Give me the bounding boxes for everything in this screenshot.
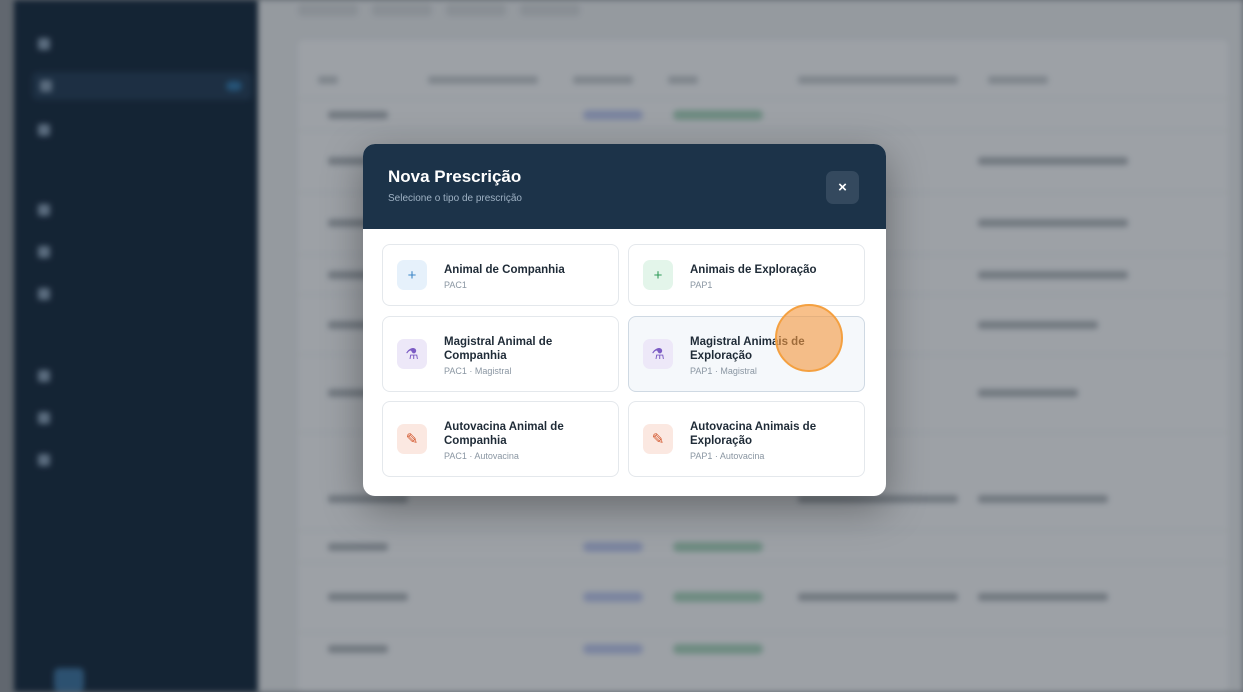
syringe-icon: ✎ [643, 424, 673, 454]
option-autovacina-companhia[interactable]: ✎ Autovacina Animal de Companhia PAC1 · … [382, 401, 619, 477]
dialog-header: Nova Prescrição Selecione o tipo de pres… [363, 144, 886, 229]
plus-icon: + [643, 260, 673, 290]
flask-icon: ⚗ [643, 339, 673, 369]
plus-icon: + [397, 260, 427, 290]
dialog-title: Nova Prescrição [388, 167, 522, 186]
option-title: Animais de Exploração [690, 263, 817, 276]
syringe-icon: ✎ [397, 424, 427, 454]
close-button[interactable]: × [826, 171, 859, 204]
option-title: Magistral Animais de Exploração [690, 335, 805, 362]
option-code: PAP1 [690, 279, 713, 290]
option-magistral-exploracao[interactable]: ⚗ Magistral Animais de Exploração PAP1 ·… [628, 316, 865, 392]
option-code: PAP1 · Magistral [690, 365, 757, 376]
option-magistral-companhia[interactable]: ⚗ Magistral Animal de Companhia PAC1 · M… [382, 316, 619, 392]
close-icon: × [838, 179, 847, 196]
option-title: Autovacina Animal de Companhia [444, 420, 564, 447]
option-autovacina-exploracao[interactable]: ✎ Autovacina Animais de Exploração PAP1 … [628, 401, 865, 477]
option-animais-exploracao[interactable]: + Animais de Exploração PAP1 [628, 244, 865, 306]
option-title: Magistral Animal de Companhia [444, 335, 553, 362]
option-code: PAC1 · Autovacina [444, 450, 519, 461]
option-title: Animal de Companhia [444, 263, 565, 276]
option-code: PAC1 · Magistral [444, 365, 512, 376]
dialog-subtitle: Selecione o tipo de prescrição [388, 193, 522, 204]
option-title: Autovacina Animais de Exploração [690, 420, 817, 447]
option-code: PAC1 [444, 279, 467, 290]
flask-icon: ⚗ [397, 339, 427, 369]
option-code: PAP1 · Autovacina [690, 450, 765, 461]
new-prescription-dialog: Nova Prescrição Selecione o tipo de pres… [363, 144, 886, 496]
option-animal-companhia[interactable]: + Animal de Companhia PAC1 [382, 244, 619, 306]
